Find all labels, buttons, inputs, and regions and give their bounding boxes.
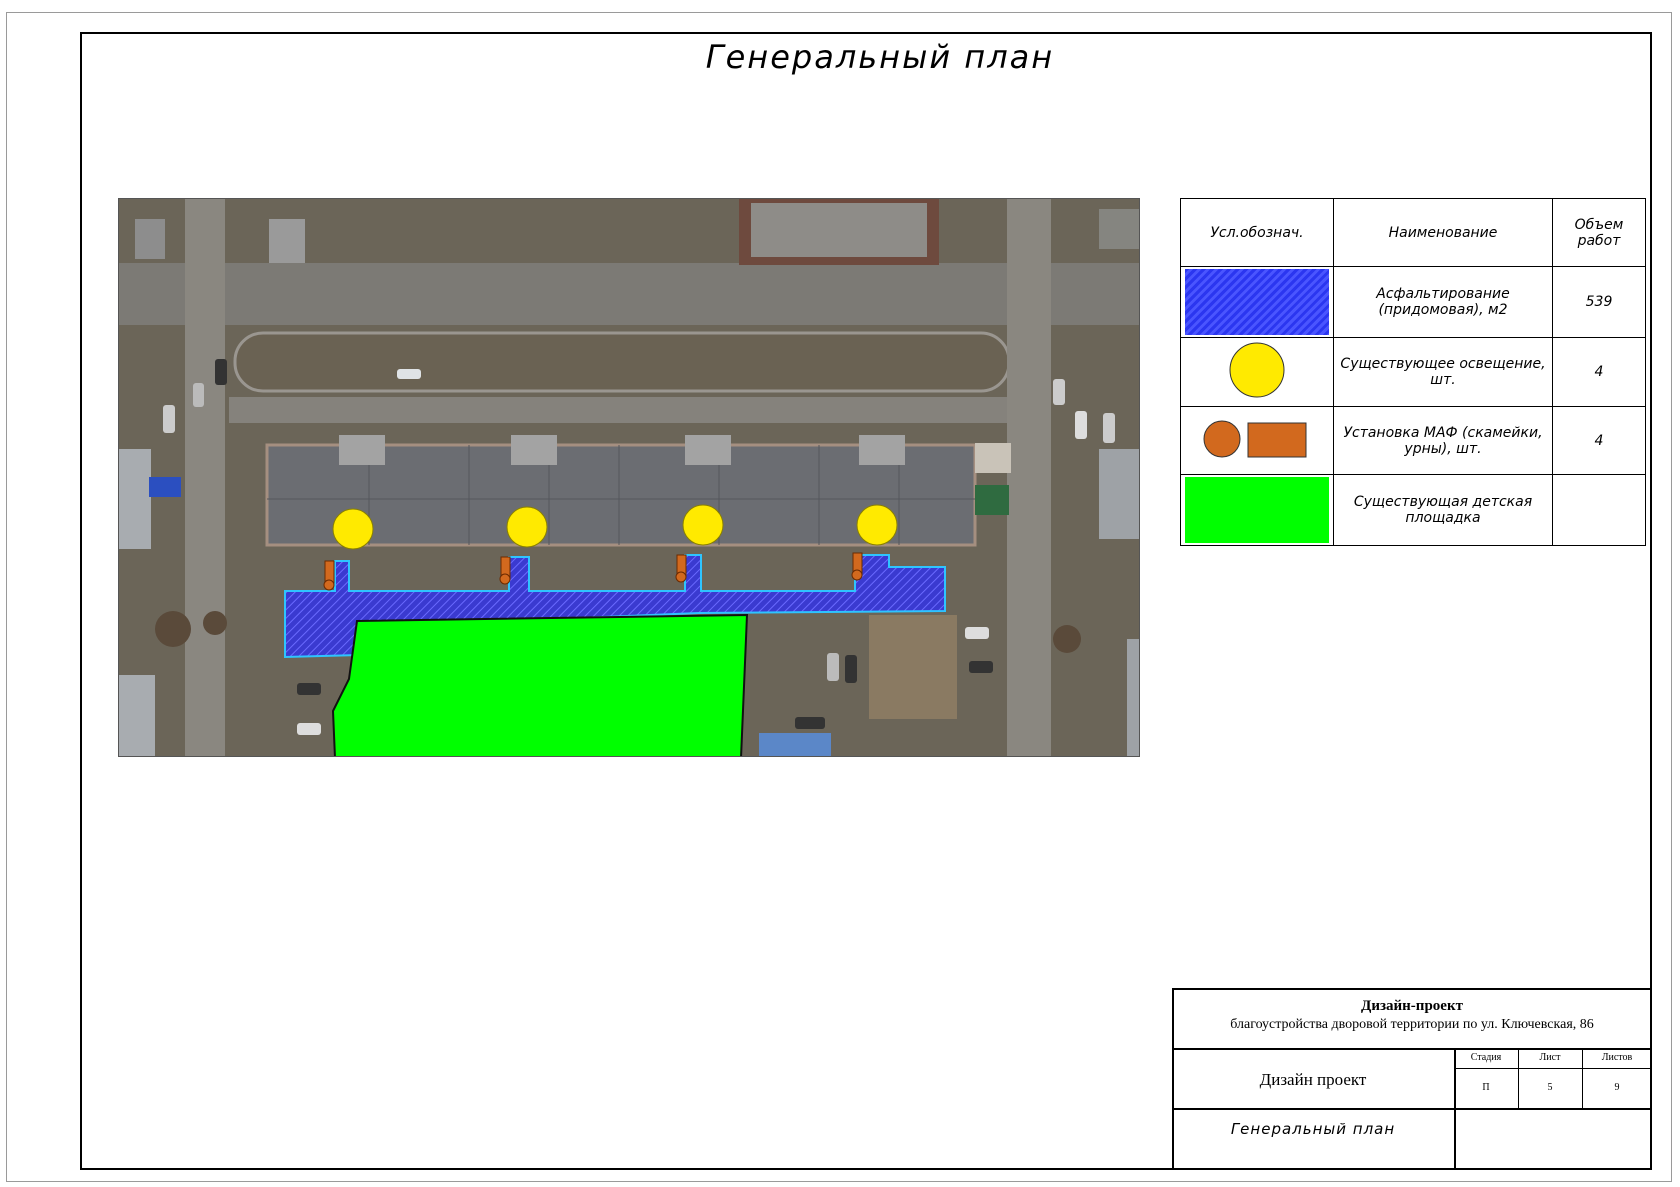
legend-row: Асфальтирование (придомовая), м2 539 (1180, 266, 1646, 338)
title-block-header: Дизайн-проект благоустройства дворовой т… (1172, 988, 1652, 1048)
project-title: Дизайн-проект (1361, 998, 1463, 1014)
sheet-name: Генеральный план (1230, 1120, 1396, 1138)
legend-symbol-cell (1180, 337, 1334, 407)
legend-volume: 539 (1552, 266, 1646, 338)
legend-volume: 4 (1552, 406, 1646, 475)
legend-name: Существующее освещение, шт. (1333, 337, 1553, 407)
sheets-label: Листов (1601, 1052, 1633, 1063)
legend-volume (1552, 474, 1646, 546)
right-road (1007, 199, 1051, 756)
project-subtitle: благоустройства дворовой территории по у… (1230, 1017, 1594, 1032)
legend-header-symbol: Усл.обознач. (1180, 198, 1334, 267)
asphalt-swatch (1185, 269, 1329, 335)
sheet-label: Лист (1539, 1052, 1561, 1063)
title-block-divider (1172, 1108, 1652, 1110)
page-title: Генеральный план (705, 38, 1055, 76)
stage-label: Стадия (1470, 1052, 1502, 1063)
median-strip (233, 331, 1011, 393)
stage-value: П (1482, 1082, 1490, 1093)
legend-table: Усл.обознач. Наименование Объем работ Ас… (1180, 198, 1646, 546)
title-block-divider (1454, 1068, 1652, 1069)
legend-symbol-cell (1180, 474, 1334, 546)
sheet-value: 5 (1547, 1082, 1553, 1093)
left-road (185, 199, 225, 756)
site-plan-svg (119, 199, 1139, 756)
title-block-divider (1172, 1048, 1652, 1050)
middle-road (229, 397, 1049, 423)
sheets-value: 9 (1614, 1082, 1620, 1093)
yellow-circle-icon (1229, 342, 1285, 398)
legend-symbol-cell (1180, 266, 1334, 338)
legend-name: Установка МАФ (скамейки, урны), шт. (1333, 406, 1553, 475)
legend-name: Асфальтирование (придомовая), м2 (1333, 266, 1553, 338)
legend-row: Существующая детская площадка (1180, 474, 1646, 546)
stage-block-label: Дизайн проект (1259, 1070, 1367, 1089)
playground-swatch (1185, 477, 1329, 543)
aerial-site-plan (118, 198, 1140, 757)
legend-header-volume: Объем работ (1552, 198, 1646, 267)
orange-bench-bin-icon (1203, 420, 1307, 457)
legend-symbol-cell (1180, 406, 1334, 475)
playground-area (331, 613, 749, 756)
title-block-divider (1454, 1048, 1456, 1170)
legend-volume: 4 (1552, 337, 1646, 407)
legend-name: Существующая детская площадка (1333, 474, 1553, 546)
legend-header-name: Наименование (1333, 198, 1553, 267)
top-road (119, 263, 1139, 325)
legend-row: Существующее освещение, шт. 4 (1180, 337, 1646, 407)
legend-row: Установка МАФ (скамейки, урны), шт. 4 (1180, 406, 1646, 475)
